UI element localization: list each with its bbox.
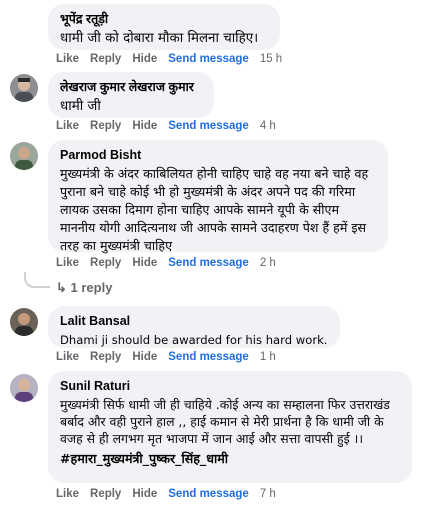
comment-bubble: भूपेंद्र रतूड़ी धामी जी को दोबारा मौका म… [48,4,280,50]
comment-bubble: Parmod Bisht मुख्यमंत्री के अंदर काबिलिय… [48,140,388,253]
reply-arrow-icon: ↳ [56,280,71,295]
like-button[interactable]: Like [56,257,79,269]
comment-timestamp[interactable]: 1 h [260,351,276,363]
send-message-button[interactable]: Send message [168,257,249,269]
like-button[interactable]: Like [56,53,79,65]
comment-text: धामी जी को दोबारा मौका मिलना चाहिए। [60,31,259,46]
comment-author[interactable]: Lalit Bansal [60,313,328,329]
replies-count: 1 reply [70,280,113,295]
reply-button[interactable]: Reply [90,351,121,363]
like-button[interactable]: Like [56,488,79,500]
reply-button[interactable]: Reply [90,257,121,269]
comment-hashtag[interactable]: #हमारा_मुख्यमंत्री_पुष्कर_सिंह_धामी [60,449,400,468]
comment-text: धामी जी [60,99,101,114]
hide-button[interactable]: Hide [132,53,157,65]
reply-thread-line [24,272,50,288]
comment-author[interactable]: Parmod Bisht [60,147,376,163]
comment-actions: Like Reply Hide Send message 2 h [56,257,287,269]
avatar[interactable] [10,74,38,102]
comment-author[interactable]: भूपेंद्र रतूड़ी [60,11,268,27]
comment-text: मुख्यमंत्री के अंदर काबिलियत होनी चाहिए … [60,166,369,253]
comment-actions: Like Reply Hide Send message 15 h [56,53,293,65]
comment-actions: Like Reply Hide Send message 7 h [56,488,287,500]
comment-text: मुख्यमंत्री सिर्फ धामी जी ही चाहिये .कोई… [60,397,390,446]
comment-author[interactable]: Sunil Raturi [60,378,400,394]
reply-button[interactable]: Reply [90,53,121,65]
hide-button[interactable]: Hide [132,257,157,269]
comment-timestamp[interactable]: 2 h [260,257,276,269]
comment-timestamp[interactable]: 4 h [260,120,276,132]
comment-bubble: लेखराज कुमार लेखराज कुमार धामी जी [48,72,214,118]
comment-actions: Like Reply Hide Send message 1 h [56,351,287,363]
avatar[interactable] [10,142,38,170]
hide-button[interactable]: Hide [132,488,157,500]
comment-bubble: Lalit Bansal Dhami ji should be awarded … [48,306,340,348]
like-button[interactable]: Like [56,120,79,132]
send-message-button[interactable]: Send message [168,488,249,500]
send-message-button[interactable]: Send message [168,53,249,65]
comment-bubble: Sunil Raturi मुख्यमंत्री सिर्फ धामी जी ह… [48,371,412,483]
like-button[interactable]: Like [56,351,79,363]
send-message-button[interactable]: Send message [168,351,249,363]
view-replies-link[interactable]: ↳ 1 reply [56,280,112,296]
hide-button[interactable]: Hide [132,120,157,132]
send-message-button[interactable]: Send message [168,120,249,132]
comment-actions: Like Reply Hide Send message 4 h [56,120,287,132]
comment-text: Dhami ji should be awarded for his hard … [60,333,328,347]
avatar[interactable] [10,374,38,402]
avatar[interactable] [10,308,38,336]
comment-timestamp[interactable]: 15 h [260,53,282,65]
reply-button[interactable]: Reply [90,120,121,132]
reply-button[interactable]: Reply [90,488,121,500]
comment-timestamp[interactable]: 7 h [260,488,276,500]
hide-button[interactable]: Hide [132,351,157,363]
comment-author[interactable]: लेखराज कुमार लेखराज कुमार [60,79,202,95]
